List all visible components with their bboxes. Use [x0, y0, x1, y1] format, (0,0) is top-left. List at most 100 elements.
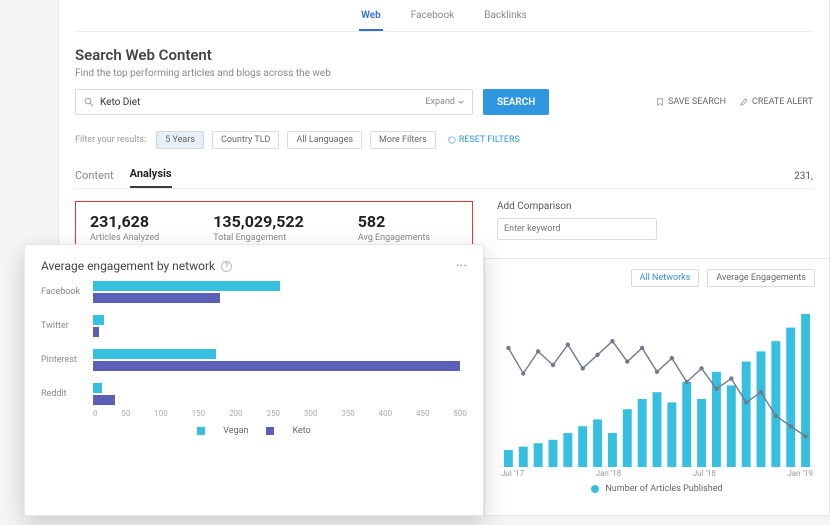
tab-facebook[interactable]: Facebook [409, 4, 456, 31]
bar-series-b [93, 395, 115, 405]
expand-label: Expand [425, 97, 455, 107]
refresh-icon [448, 136, 456, 144]
tab-content[interactable]: Content [75, 169, 114, 188]
x-tick: 150 [192, 409, 206, 418]
x-tick: 50 [121, 409, 130, 418]
legend-a-label: Vegan [223, 426, 248, 436]
help-icon[interactable]: ? [221, 261, 232, 272]
search-row: Expand SEARCH SAVE SEARCH CREATE ALERT [75, 89, 813, 115]
metric-engagement-caption: Total Engagement [213, 233, 304, 243]
metric-avg-caption: Avg Engagements [358, 233, 430, 243]
bar-series-a [93, 281, 280, 291]
metric-articles-caption: Articles Analyzed [90, 233, 159, 243]
card-menu-button[interactable]: ··· [456, 263, 467, 269]
bar-row: Pinterest [41, 349, 467, 371]
x-tick: 500 [453, 409, 467, 418]
time-series-legend: Number of Articles Published [499, 484, 815, 494]
bar-category-label: Facebook [41, 287, 93, 297]
network-card-title-text: Average engagement by network [41, 259, 215, 273]
bar-series-b [93, 361, 460, 371]
content-analysis-tabs: Content Analysis 231, [75, 167, 813, 189]
filter-languages[interactable]: All Languages [287, 131, 362, 149]
create-alert-button[interactable]: CREATE ALERT [740, 97, 813, 107]
bookmark-icon [656, 98, 664, 106]
legend-swatch-b [266, 427, 274, 435]
ts-x-tick: Jan '18 [596, 469, 622, 478]
chevron-down-icon [458, 99, 464, 105]
metric-articles: 231,628 Articles Analyzed [90, 212, 159, 243]
page-subtitle: Find the top performing articles and blo… [75, 68, 813, 79]
ts-x-tick: Jul '18 [693, 469, 716, 478]
metric-articles-value: 231,628 [90, 212, 159, 231]
reset-filters-label: RESET FILTERS [459, 135, 520, 145]
filter-country-tld[interactable]: Country TLD [212, 131, 279, 149]
bar-category-label: Twitter [41, 321, 93, 331]
network-x-axis: 050100150200250300350400450500 [93, 409, 467, 418]
main-panel: Web Facebook Backlinks Search Web Conten… [58, 0, 830, 271]
tab-web[interactable]: Web [359, 4, 383, 31]
reset-filters-button[interactable]: RESET FILTERS [448, 135, 520, 145]
bar-category-label: Pinterest [41, 355, 93, 365]
x-tick: 100 [154, 409, 168, 418]
x-tick: 450 [416, 409, 430, 418]
metric-engagement: 135,029,522 Total Engagement [213, 212, 304, 243]
expand-toggle[interactable]: Expand [425, 97, 464, 107]
top-tabs: Web Facebook Backlinks [75, 0, 813, 32]
metric-avg: 582 Avg Engagements [358, 212, 430, 243]
filters-label: Filter your results: [75, 135, 146, 145]
page-title: Search Web Content [75, 46, 813, 64]
add-comparison-input[interactable] [497, 218, 657, 240]
bar-series-a [93, 349, 216, 359]
search-button[interactable]: SEARCH [483, 89, 549, 115]
create-alert-label: CREATE ALERT [752, 97, 813, 107]
x-tick: 0 [93, 409, 98, 418]
legend-articles-label: Number of Articles Published [605, 484, 722, 494]
bar-row: Reddit [41, 383, 467, 405]
bar-series-a [93, 383, 102, 393]
filter-all-networks[interactable]: All Networks [631, 269, 700, 287]
filter-years[interactable]: 5 Years [156, 131, 204, 149]
header-actions: SAVE SEARCH CREATE ALERT [656, 97, 813, 107]
network-engagement-card: Average engagement by network ? ··· Face… [24, 244, 484, 516]
bar-group [93, 281, 467, 303]
add-comparison: Add Comparison [497, 201, 813, 254]
metric-avg-value: 582 [358, 212, 430, 231]
metric-engagement-value: 135,029,522 [213, 212, 304, 231]
bar-series-b [93, 327, 99, 337]
network-card-header: Average engagement by network ? ··· [41, 259, 467, 273]
pencil-icon [740, 98, 748, 106]
network-card-title: Average engagement by network ? [41, 259, 232, 273]
x-tick: 300 [304, 409, 318, 418]
filter-avg-engagements[interactable]: Average Engagements [707, 269, 815, 287]
bar-category-label: Reddit [41, 389, 93, 399]
bar-row: Facebook [41, 281, 467, 303]
save-search-label: SAVE SEARCH [668, 97, 726, 107]
network-bar-chart: Facebook Twitter Pinterest Reddit [41, 281, 467, 405]
time-series-x-labels: Jul '17 Jan '18 Jul '18 Jan '19 [499, 467, 815, 478]
network-legend: Vegan Keto [41, 426, 467, 436]
search-input[interactable] [100, 97, 425, 108]
bar-group [93, 383, 467, 405]
result-count-fragment: 231, [794, 171, 813, 188]
filter-more[interactable]: More Filters [370, 131, 436, 149]
time-series-filters: All Networks Average Engagements [499, 269, 815, 287]
legend-swatch-a [197, 427, 205, 435]
time-series-chart [499, 297, 815, 467]
bar-group [93, 349, 467, 371]
search-icon [84, 97, 94, 107]
x-tick: 250 [266, 409, 280, 418]
ts-x-tick: Jul '17 [501, 469, 524, 478]
time-series-card: All Networks Average Engagements Jul '17… [484, 258, 830, 516]
ts-x-tick: Jan '19 [787, 469, 813, 478]
save-search-button[interactable]: SAVE SEARCH [656, 97, 726, 107]
x-tick: 350 [341, 409, 355, 418]
legend-dot-icon [591, 485, 599, 493]
tab-backlinks[interactable]: Backlinks [482, 4, 529, 31]
filters-row: Filter your results: 5 Years Country TLD… [75, 131, 813, 149]
tab-analysis[interactable]: Analysis [130, 167, 172, 188]
bar-group [93, 315, 467, 337]
bar-row: Twitter [41, 315, 467, 337]
search-box[interactable]: Expand [75, 89, 473, 115]
x-tick: 400 [379, 409, 393, 418]
bar-series-a [93, 315, 104, 325]
